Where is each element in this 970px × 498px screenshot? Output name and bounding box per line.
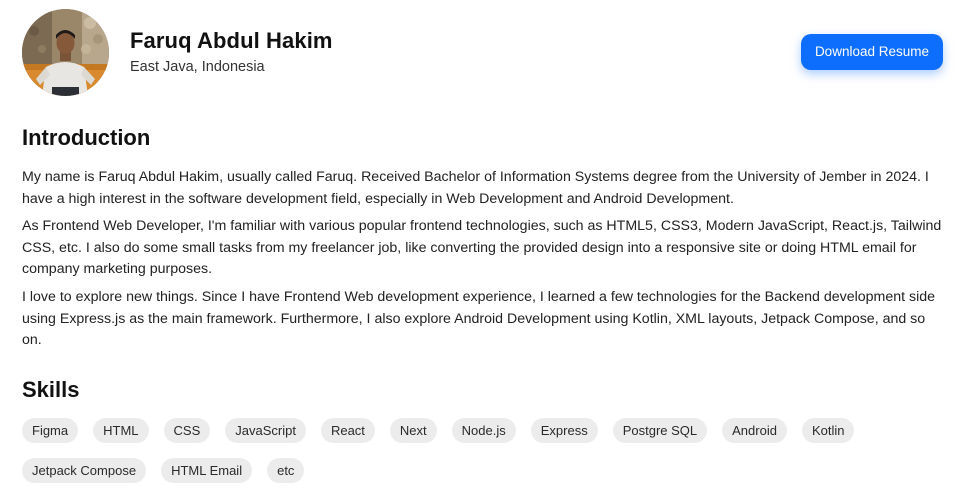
skill-chip: HTML Email xyxy=(161,458,253,483)
skill-chip: Android xyxy=(722,418,787,443)
skills-heading: Skills xyxy=(22,377,80,402)
skill-chip: Postgre SQL xyxy=(612,418,708,443)
skill-chip: Node.js xyxy=(451,418,516,443)
skill-chip: Express xyxy=(530,418,598,443)
skill-chip: Next xyxy=(389,418,437,443)
skill-chip: Kotlin xyxy=(801,418,855,443)
intro-paragraph: As Frontend Web Developer, I'm familiar … xyxy=(22,218,942,278)
introduction-heading: Introduction xyxy=(22,125,151,150)
profile-name: Faruq Abdul Hakim xyxy=(130,28,333,53)
skill-chip: React xyxy=(320,418,375,443)
profile-page: Faruq Abdul Hakim East Java, Indonesia D… xyxy=(0,0,970,498)
profile-header: Faruq Abdul Hakim East Java, Indonesia D… xyxy=(22,8,943,96)
skill-chip: HTML xyxy=(93,418,149,443)
profile-identity: Faruq Abdul Hakim East Java, Indonesia xyxy=(130,27,333,77)
avatar-photo xyxy=(22,8,109,96)
intro-paragraph: My name is Faruq Abdul Hakim, usually ca… xyxy=(22,169,929,207)
download-resume-button[interactable]: Download Resume xyxy=(800,34,943,70)
skill-chip: etc xyxy=(267,458,305,483)
avatar xyxy=(22,8,109,96)
skills-list: Figma HTML CSS JavaScript React Next Nod… xyxy=(22,418,950,483)
intro-paragraph: I love to explore new things. Since I ha… xyxy=(22,288,936,349)
skill-chip: JavaScript xyxy=(225,418,306,443)
profile-location: East Java, Indonesia xyxy=(130,59,265,75)
introduction-body: My name is Faruq Abdul Hakim, usually ca… xyxy=(22,167,946,358)
skill-chip: Jetpack Compose xyxy=(22,458,147,483)
skill-chip: Figma xyxy=(22,418,79,443)
skill-chip: CSS xyxy=(163,418,211,443)
